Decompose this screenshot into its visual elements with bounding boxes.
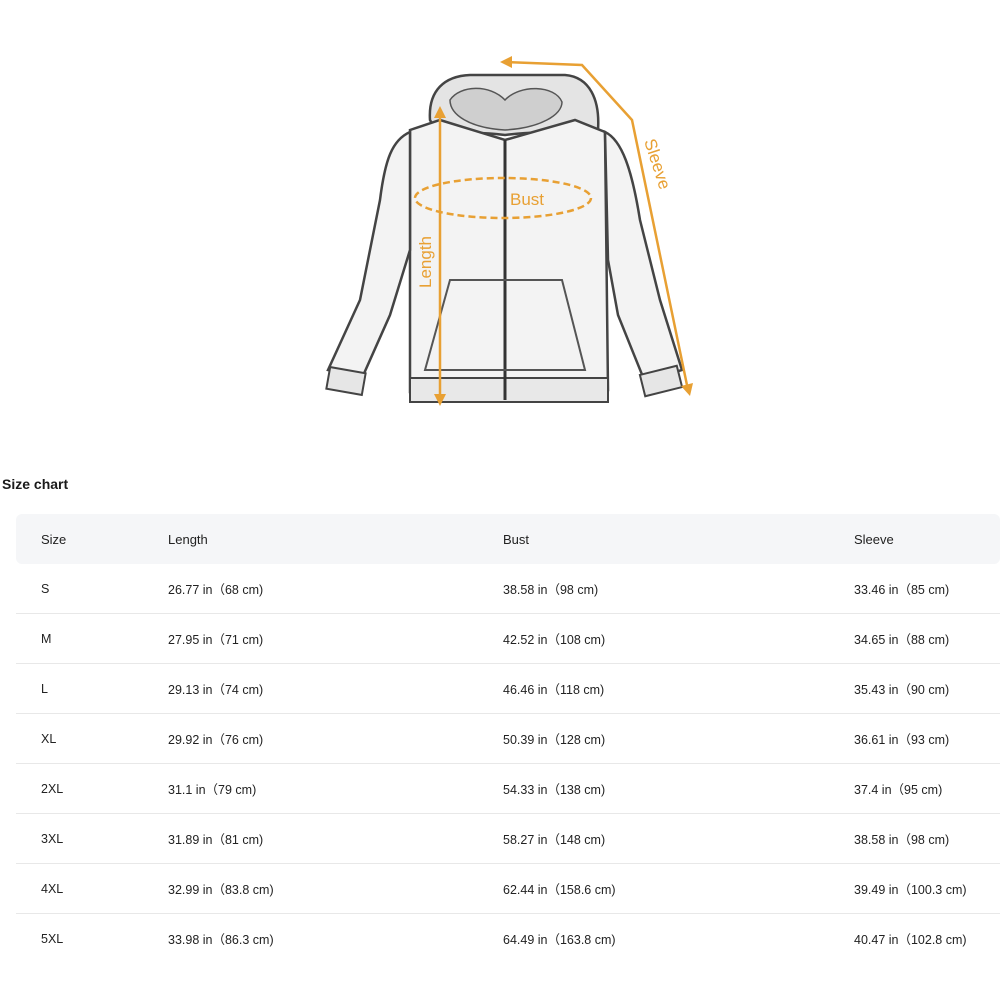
table-row: M 27.95 in（71 cm) 42.52 in（108 cm) 34.65… [16, 614, 1000, 664]
hoodie-measurement-diagram: Bust Length Sleeve [300, 40, 720, 420]
table-row: 3XL 31.89 in（81 cm) 58.27 in（148 cm) 38.… [16, 814, 1000, 864]
left-sleeve [326, 130, 412, 380]
header-bust: Bust [503, 531, 530, 547]
hoodie-illustration: Bust Length Sleeve [325, 56, 693, 406]
cell-bust: 46.46 in（118 cm) [503, 683, 605, 697]
cell-sleeve: 35.43 in（90 cm) [854, 683, 950, 697]
cell-sleeve: 33.46 in（85 cm) [854, 583, 950, 597]
table-row: S 26.77 in（68 cm) 38.58 in（98 cm) 33.46 … [16, 564, 1000, 614]
cell-length: 33.98 in（86.3 cm) [168, 933, 274, 947]
cell-bust: 38.58 in（98 cm) [503, 583, 599, 597]
header-size: Size [41, 531, 67, 547]
cell-size: XL [41, 731, 57, 746]
cell-bust: 62.44 in（158.6 cm) [503, 883, 616, 897]
length-label: Length [416, 236, 435, 288]
table-row: XL 29.92 in（76 cm) 50.39 in（128 cm) 36.6… [16, 714, 1000, 764]
table-header-row: Size Length Bust Sleeve [16, 514, 1000, 564]
cell-sleeve: 34.65 in（88 cm) [854, 633, 950, 647]
header-sleeve: Sleeve [854, 531, 894, 547]
size-chart-table: Size Length Bust Sleeve S 26.77 in（68 cm… [16, 514, 1000, 963]
cell-bust: 42.52 in（108 cm) [503, 633, 606, 647]
cell-length: 29.13 in（74 cm) [168, 683, 264, 697]
cell-sleeve: 36.61 in（93 cm) [854, 733, 950, 747]
table-row: 4XL 32.99 in（83.8 cm) 62.44 in（158.6 cm)… [16, 864, 1000, 914]
cell-length: 29.92 in（76 cm) [168, 733, 264, 747]
cell-bust: 54.33 in（138 cm) [503, 783, 606, 797]
cell-size: 4XL [41, 881, 64, 896]
cell-size: 3XL [41, 831, 64, 846]
sleeve-arrow-head-end [681, 383, 693, 396]
sleeve-arrow-head-start [500, 56, 512, 68]
cell-length: 27.95 in（71 cm) [168, 633, 264, 647]
cell-sleeve: 38.58 in（98 cm) [854, 833, 950, 847]
cell-size: L [41, 681, 48, 696]
table-row: L 29.13 in（74 cm) 46.46 in（118 cm) 35.43… [16, 664, 1000, 714]
bust-label: Bust [510, 190, 544, 209]
cell-length: 31.89 in（81 cm) [168, 833, 264, 847]
cell-bust: 58.27 in（148 cm) [503, 833, 606, 847]
cell-sleeve: 39.49 in（100.3 cm) [854, 883, 967, 897]
cell-bust: 50.39 in（128 cm) [503, 733, 606, 747]
cell-size: S [41, 581, 50, 596]
header-length: Length [168, 531, 208, 547]
cell-size: 2XL [41, 781, 64, 796]
cell-length: 26.77 in（68 cm) [168, 583, 264, 597]
size-chart-title: Size chart [2, 476, 69, 492]
table-row: 5XL 33.98 in（86.3 cm) 64.49 in（163.8 cm)… [16, 914, 1000, 963]
table-row: 2XL 31.1 in（79 cm) 54.33 in（138 cm) 37.4… [16, 764, 1000, 814]
cell-length: 31.1 in（79 cm) [168, 783, 257, 797]
cell-size: 5XL [41, 931, 64, 946]
cell-sleeve: 37.4 in（95 cm) [854, 783, 943, 797]
cell-length: 32.99 in（83.8 cm) [168, 883, 274, 897]
cell-sleeve: 40.47 in（102.8 cm) [854, 933, 967, 947]
cell-size: M [41, 631, 52, 646]
cell-bust: 64.49 in（163.8 cm) [503, 933, 616, 947]
